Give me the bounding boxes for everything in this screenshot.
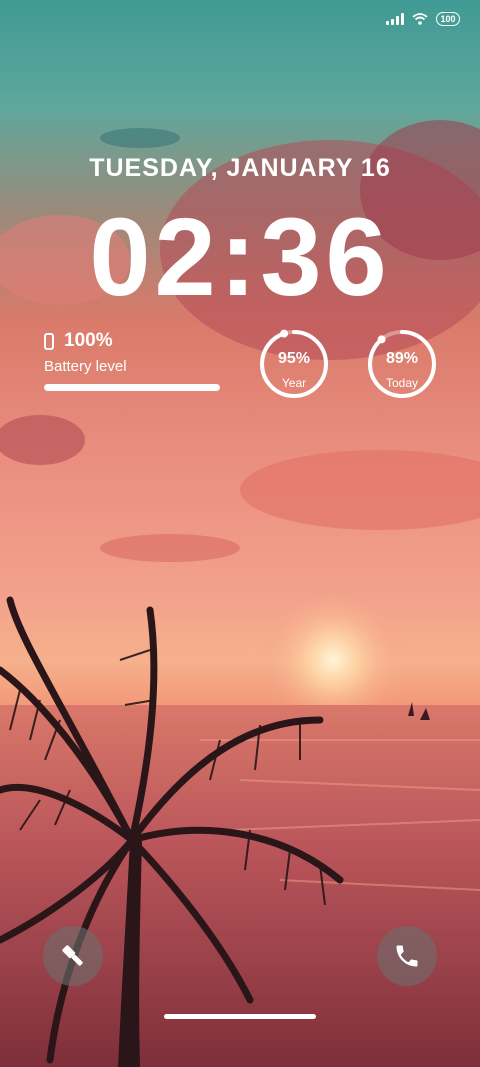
battery-progress-bar: [44, 384, 220, 391]
battery-percent: 100%: [64, 330, 113, 351]
signal-bars-icon: [386, 13, 404, 25]
today-ring-value: 89%: [385, 350, 419, 367]
battery-status-icon: 100: [436, 12, 460, 26]
battery-label: Battery level: [44, 358, 127, 375]
year-ring-dot: [280, 329, 289, 338]
today-ring-label: Today: [385, 376, 419, 390]
year-ring-label: Year: [281, 376, 307, 390]
home-indicator[interactable]: [164, 1014, 316, 1019]
year-progress-ring[interactable]: 95% Year: [258, 328, 330, 400]
phone-call-icon: [396, 945, 418, 967]
battery-status-value: 100: [440, 13, 456, 24]
battery-widget[interactable]: 100% Battery level: [44, 330, 224, 391]
today-progress-ring[interactable]: 89% Today: [366, 328, 438, 400]
battery-row: 100%: [44, 330, 224, 352]
phone-call-button[interactable]: [377, 926, 437, 986]
today-ring-dot: [377, 335, 386, 344]
year-ring-value: 95%: [277, 350, 311, 367]
status-bar: 100: [386, 12, 460, 26]
flashlight-button[interactable]: [43, 926, 103, 986]
wifi-icon: [412, 13, 428, 25]
date-text: TUESDAY, JANUARY 16: [89, 154, 391, 182]
lock-screen: 100 TUESDAY, JANUARY 16 02:36 100% Batte…: [0, 0, 480, 1067]
flashlight-icon: [62, 945, 83, 966]
phone-icon: [44, 332, 54, 350]
clock-time: 02:36: [89, 196, 391, 319]
battery-progress-fill: [44, 384, 220, 391]
